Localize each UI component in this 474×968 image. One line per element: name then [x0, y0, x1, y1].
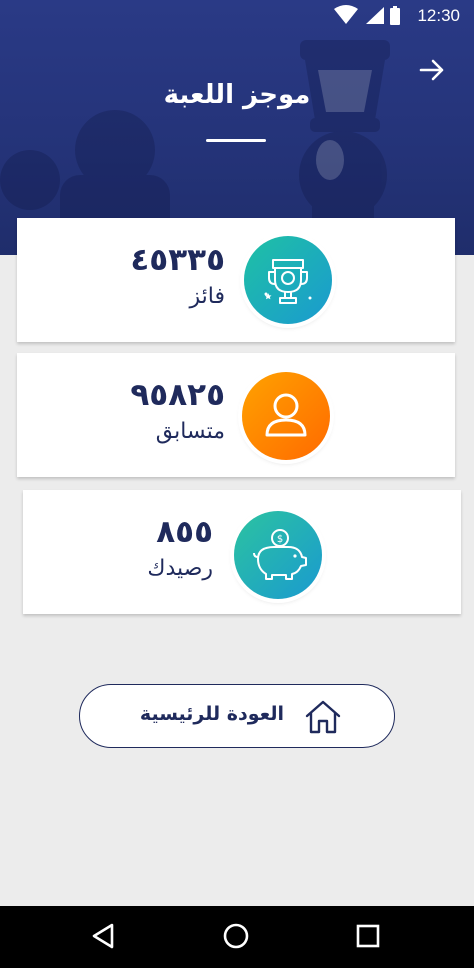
contestants-label: متسابق [155, 419, 225, 444]
svg-text:$: $ [277, 534, 283, 545]
system-navigation-bar [0, 906, 474, 968]
home-icon [305, 700, 341, 734]
contestants-icon-circle [242, 372, 330, 460]
balance-label: رصيدك [147, 556, 213, 581]
status-bar: 12:30 [0, 0, 474, 32]
square-recents-icon[interactable] [355, 922, 381, 950]
contestants-card: ٩٥٨٢٥ متسابق [17, 353, 455, 477]
user-icon [265, 393, 307, 437]
circle-home-icon[interactable] [222, 922, 250, 950]
status-icons [334, 5, 400, 25]
winners-label: فائز [189, 284, 225, 309]
piggy-bank-icon: $ [253, 529, 307, 580]
back-to-home-button[interactable]: العودة للرئيسية [79, 684, 395, 748]
triangle-back-icon[interactable] [90, 922, 116, 950]
status-time: 12:30 [417, 6, 460, 25]
balance-card: ٨٥٥ رصيدك $ [23, 490, 461, 614]
winners-count: ٤٥٣٣٥ [130, 242, 225, 278]
signal-icon [366, 7, 384, 24]
winners-card: ٤٥٣٣٥ فائز [17, 218, 455, 342]
balance-icon-circle: $ [234, 511, 322, 599]
balance-amount: ٨٥٥ [156, 514, 213, 550]
page-title: موجز اللعبة [163, 80, 311, 110]
trophy-icon [264, 259, 312, 304]
contestants-count: ٩٥٨٢٥ [130, 377, 225, 413]
battery-icon [390, 8, 400, 25]
wifi-icon [334, 5, 358, 24]
back-to-home-label: العودة للرئيسية [139, 703, 284, 725]
chess-pieces-background [0, 40, 390, 255]
winners-icon-circle [244, 236, 332, 324]
header-banner: 12:30 موجز اللعبة [0, 0, 474, 255]
title-underline [206, 139, 266, 142]
